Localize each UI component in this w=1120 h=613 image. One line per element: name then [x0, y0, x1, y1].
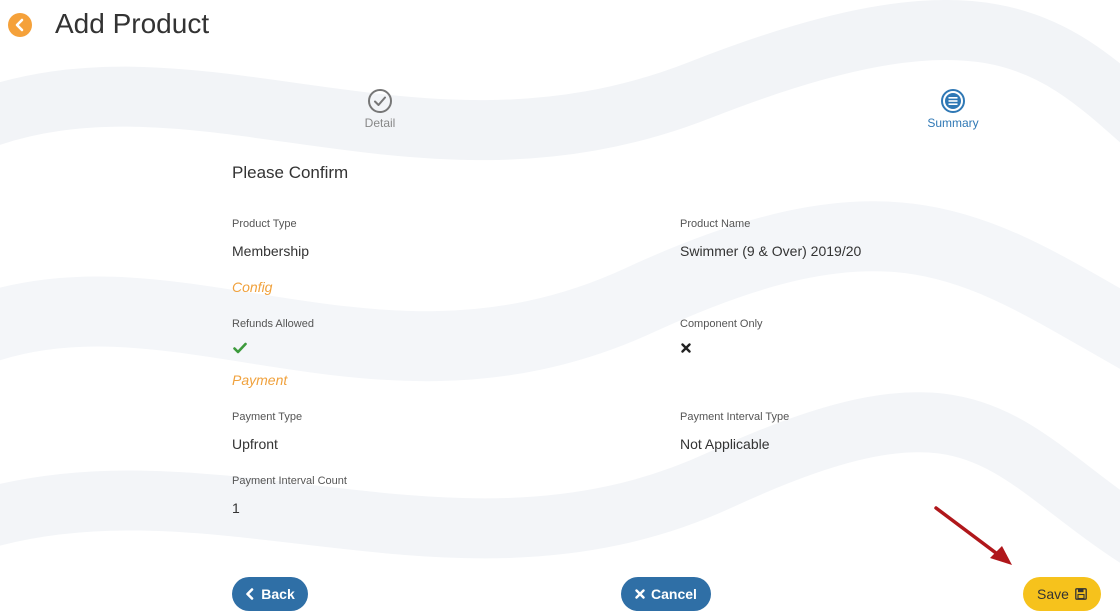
payment-section-title: Payment [232, 372, 288, 388]
step-detail[interactable]: Detail [340, 88, 420, 130]
payment-type-value: Upfront [232, 436, 278, 452]
confirm-heading: Please Confirm [232, 163, 349, 182]
payment-interval-count-value: 1 [232, 500, 240, 516]
page-title: Add Product [55, 8, 210, 39]
list-circle-icon [941, 89, 965, 113]
cross-icon [681, 343, 691, 353]
product-name-value: Swimmer (9 & Over) 2019/20 [680, 243, 862, 259]
chevron-left-icon [246, 588, 254, 600]
payment-interval-type-label: Payment Interval Type [680, 411, 790, 423]
cancel-button-label: Cancel [651, 586, 697, 602]
back-button-label: Back [261, 586, 295, 602]
payment-interval-count-label: Payment Interval Count [232, 475, 347, 487]
product-type-label: Product Type [232, 218, 297, 230]
step-detail-label: Detail [364, 116, 396, 130]
annotation-arrow-icon [934, 506, 1012, 565]
close-icon [635, 589, 645, 599]
refunds-allowed-label: Refunds Allowed [232, 318, 314, 330]
back-button[interactable]: Back [232, 577, 308, 611]
component-only-label: Component Only [680, 318, 763, 330]
config-section-title: Config [232, 279, 273, 295]
product-name-label: Product Name [680, 218, 751, 230]
step-summary-label: Summary [927, 116, 979, 130]
back-arrow-button[interactable] [8, 13, 32, 37]
floppy-disk-icon [1075, 588, 1087, 600]
check-circle-icon [368, 89, 392, 113]
save-button[interactable]: Save [1023, 577, 1101, 611]
save-button-label: Save [1037, 586, 1069, 602]
product-type-value: Membership [232, 243, 310, 259]
payment-type-label: Payment Type [232, 411, 303, 423]
step-summary[interactable]: Summary [913, 88, 993, 130]
check-icon [233, 342, 247, 354]
cancel-button[interactable]: Cancel [621, 577, 711, 611]
payment-interval-type-value: Not Applicable [680, 436, 770, 452]
arrow-left-icon [15, 18, 24, 32]
